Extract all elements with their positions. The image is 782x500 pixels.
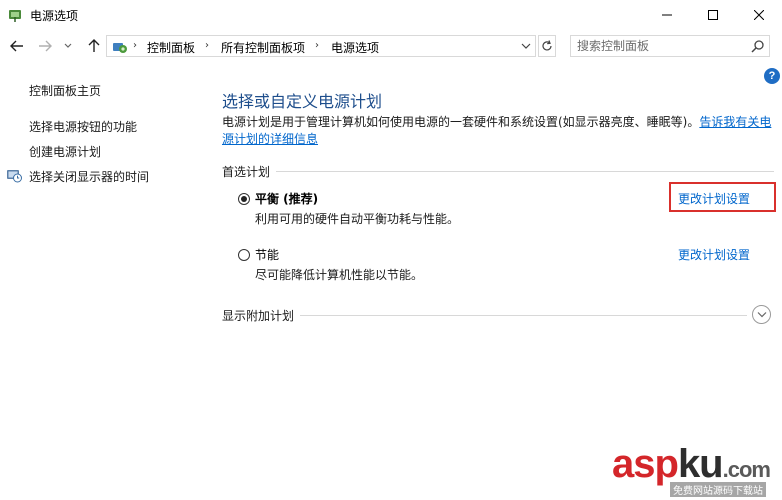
refresh-icon [542,40,552,51]
sidebar-item-create-plan[interactable]: 创建电源计划 [29,143,101,160]
watermark-subtitle: 免费网站源码下载站 [670,482,766,497]
watermark: aspku.com 免费网站源码下载站 [612,440,782,500]
watermark-logo-asp: asp [612,442,679,486]
breadcrumb-all-items[interactable]: 所有控制面板项 [221,39,305,56]
breadcrumb-separator: › [133,40,137,51]
plan-power-saver-change-settings-link[interactable]: 更改计划设置 [678,246,750,263]
breadcrumb-separator[interactable]: › [205,40,209,51]
preferred-plans-section: 首选计划 [222,163,774,180]
watermark-logo-com: .com [722,457,771,482]
chevron-down-icon [757,312,766,318]
up-button[interactable] [85,37,103,55]
back-arrow-icon [10,40,23,52]
control-panel-icon [113,43,127,53]
plan-balanced-description: 利用可用的硬件自动平衡功耗与性能。 [255,212,460,226]
watermark-logo-ku: ku [677,442,724,486]
annotation-highlight-box [669,182,776,212]
maximize-icon [708,10,718,20]
search-input[interactable] [577,38,737,54]
plan-balanced-name[interactable]: 平衡 (推荐) [255,190,318,207]
section-label[interactable]: 显示附加计划 [222,307,301,324]
control-panel-home-link[interactable]: 控制面板主页 [29,82,101,99]
breadcrumb-control-panel[interactable]: 控制面板 [147,39,195,56]
maximize-button[interactable] [690,0,736,30]
sidebar-item-power-buttons[interactable]: 选择电源按钮的功能 [29,118,137,135]
plan-power-saver-radio[interactable] [238,249,250,261]
clock-monitor-icon [7,170,22,183]
title-bar: 电源选项 [0,0,782,30]
refresh-button[interactable] [538,35,556,57]
back-button[interactable] [8,37,26,55]
navigation-bar: › 控制面板 › 所有控制面板项 › 电源选项 [0,33,782,61]
page-description: 电源计划是用于管理计算机如何使用电源的一套硬件和系统设置(如显示器亮度、睡眠等)… [222,114,774,148]
page-title: 选择或自定义电源计划 [222,92,383,111]
section-divider [222,315,747,316]
help-button[interactable]: ? [764,68,780,84]
up-arrow-icon [88,39,100,52]
forward-button[interactable] [36,37,54,55]
minimize-icon [662,14,672,16]
plan-power-saver-name[interactable]: 节能 [255,246,279,263]
close-icon [754,10,764,20]
expand-additional-plans-button[interactable] [752,305,771,324]
search-icon[interactable] [751,39,765,53]
additional-plans-section[interactable]: 显示附加计划 [222,307,747,324]
address-dropdown-icon[interactable] [521,40,531,52]
section-divider [222,171,774,172]
breadcrumb-separator[interactable]: › [315,40,319,51]
window-title: 电源选项 [30,9,79,23]
power-options-icon [9,10,21,22]
description-text: 电源计划是用于管理计算机如何使用电源的一套硬件和系统设置(如显示器亮度、睡眠等)… [222,115,700,129]
forward-arrow-icon [39,40,52,52]
address-bar[interactable]: › 控制面板 › 所有控制面板项 › 电源选项 [106,35,536,57]
recent-locations-button[interactable] [62,37,74,55]
search-box[interactable] [570,35,770,57]
plan-balanced-radio[interactable] [238,193,250,205]
sidebar-item-display-off-time[interactable]: 选择关闭显示器的时间 [29,168,149,185]
section-label: 首选计划 [222,163,277,180]
chevron-down-icon [64,43,72,48]
plan-power-saver-description: 尽可能降低计算机性能以节能。 [255,268,424,282]
breadcrumb-power-options[interactable]: 电源选项 [331,39,379,56]
close-button[interactable] [736,0,782,30]
minimize-button[interactable] [644,0,690,30]
